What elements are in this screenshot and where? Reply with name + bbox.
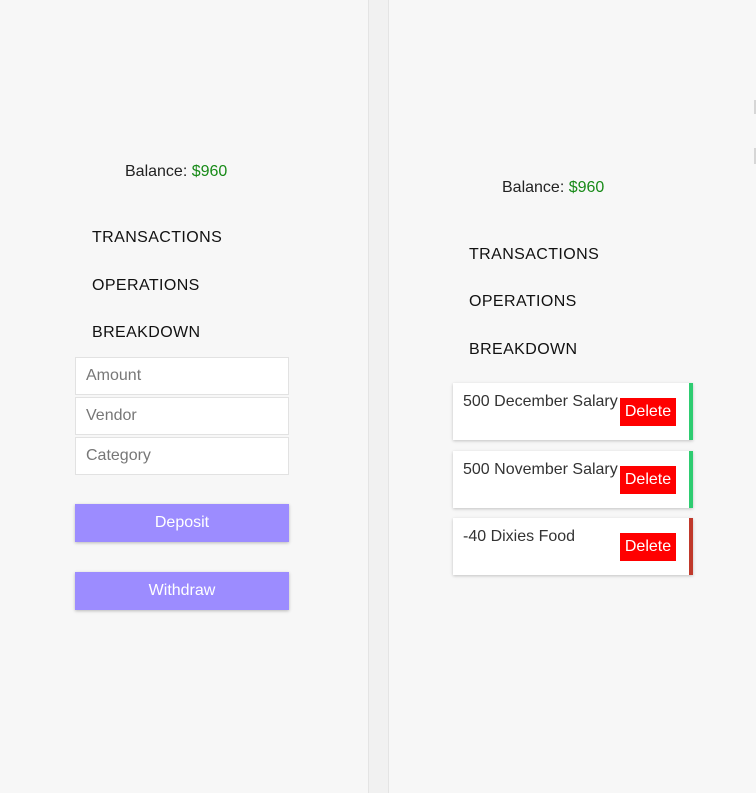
balance-label: Balance: (125, 163, 188, 180)
pane-gutter (369, 0, 388, 793)
transaction-item: -40 Dixies Food Delete (453, 518, 693, 575)
nav-operations[interactable]: OPERATIONS (469, 293, 577, 311)
balance-amount: $960 (568, 179, 605, 196)
nav-operations[interactable]: OPERATIONS (92, 277, 200, 295)
nav-transactions[interactable]: TRANSACTIONS (469, 246, 599, 264)
transaction-text: 500 December Salary (463, 393, 618, 410)
withdraw-button[interactable]: Withdraw (75, 572, 289, 610)
amount-input[interactable] (75, 357, 289, 395)
category-input[interactable] (75, 437, 289, 475)
pane-divider-right (388, 0, 389, 793)
delete-transaction-button[interactable]: Delete (620, 533, 676, 561)
transaction-text: 500 November Salary (463, 461, 618, 478)
delete-transaction-button[interactable]: Delete (620, 466, 676, 494)
transaction-item: 500 November Salary Delete (453, 451, 693, 508)
pane-divider-left (368, 0, 369, 793)
nav-breakdown[interactable]: BREAKDOWN (469, 341, 578, 359)
transaction-text: -40 Dixies Food (463, 528, 576, 545)
nav-transactions[interactable]: TRANSACTIONS (92, 229, 222, 247)
vendor-input[interactable] (75, 397, 289, 435)
balance-display: Balance: $960 (125, 163, 227, 181)
balance-amount: $960 (191, 163, 228, 180)
nav-breakdown[interactable]: BREAKDOWN (92, 324, 201, 342)
delete-transaction-button[interactable]: Delete (620, 398, 676, 426)
balance-display: Balance: $960 (502, 179, 604, 197)
balance-label: Balance: (502, 179, 565, 196)
transaction-item: 500 December Salary Delete (453, 383, 693, 440)
deposit-button[interactable]: Deposit (75, 504, 289, 542)
